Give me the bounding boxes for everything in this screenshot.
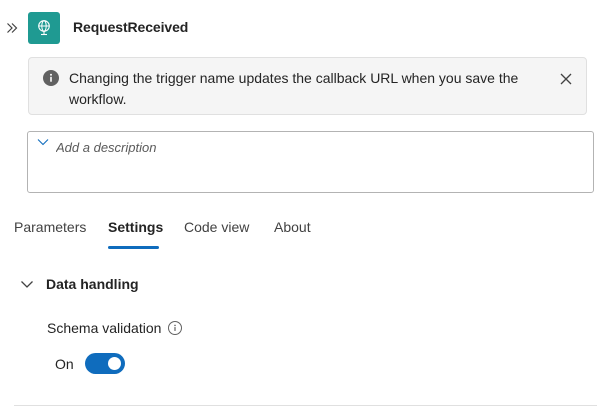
active-tab-indicator	[108, 246, 159, 249]
info-icon[interactable]	[168, 321, 182, 335]
request-trigger-icon	[28, 12, 60, 44]
tab-settings[interactable]: Settings	[108, 219, 163, 249]
data-handling-section-header[interactable]: Data handling	[20, 274, 139, 294]
info-banner: Changing the trigger name updates the ca…	[28, 57, 587, 115]
trigger-title[interactable]: RequestReceived	[73, 19, 188, 35]
schema-validation-label: Schema validation	[47, 320, 162, 336]
tab-code-view[interactable]: Code view	[184, 219, 249, 249]
divider	[14, 405, 597, 406]
tab-about[interactable]: About	[274, 219, 311, 249]
description-input[interactable]	[56, 140, 576, 155]
toggle-state-label: On	[55, 356, 74, 372]
close-icon	[560, 73, 572, 85]
double-chevron-right-icon	[7, 23, 18, 33]
globe-icon	[38, 20, 50, 36]
chevron-down-icon[interactable]	[37, 138, 49, 146]
schema-validation-toggle[interactable]	[85, 353, 125, 374]
chevron-down-icon	[21, 280, 33, 288]
collapse-panel-button[interactable]	[4, 19, 20, 37]
section-title: Data handling	[46, 276, 139, 292]
toggle-knob	[108, 357, 121, 370]
dismiss-banner-button[interactable]	[556, 69, 576, 89]
description-box[interactable]	[27, 131, 594, 193]
banner-message: Changing the trigger name updates the ca…	[69, 70, 519, 107]
tab-parameters[interactable]: Parameters	[14, 219, 86, 249]
info-icon	[43, 70, 59, 86]
panel: RequestReceived Changing the trigger nam…	[0, 0, 597, 414]
